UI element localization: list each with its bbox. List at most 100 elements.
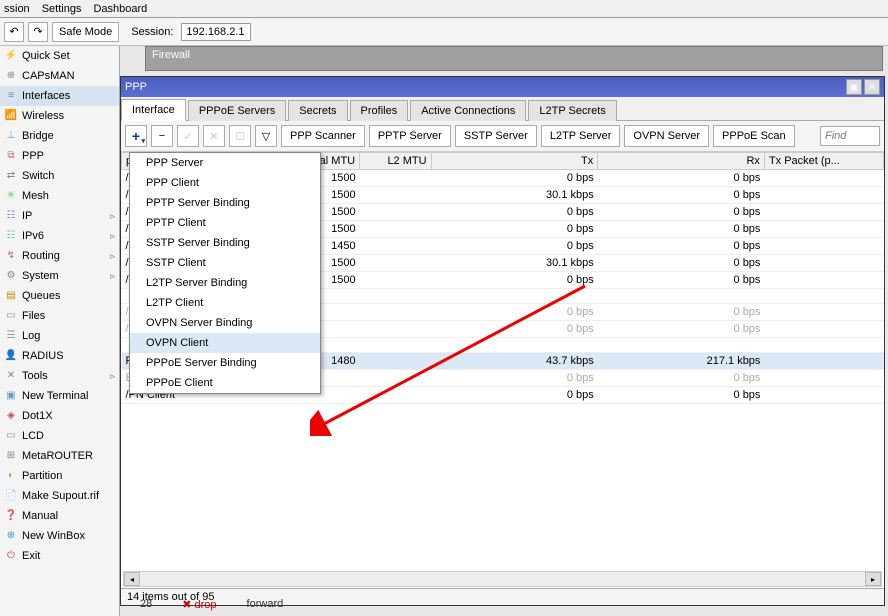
dropdown-item-pppoe-server-binding[interactable]: PPPoE Server Binding [130,353,320,373]
undo-button[interactable]: ↶ [4,22,24,42]
tab-active-connections[interactable]: Active Connections [410,100,526,121]
sidebar-item-bridge[interactable]: ⊥Bridge [0,126,119,146]
sidebar-item-partition[interactable]: ◐Partition [0,466,119,486]
session-label: Session: [131,26,173,38]
table-cell: 0 bps [431,204,598,221]
filter-button[interactable]: ▽ [255,125,277,147]
dropdown-item-ovpn-server-binding[interactable]: OVPN Server Binding [130,313,320,333]
sidebar-icon: ☷ [4,229,18,243]
sidebar-item-new-winbox[interactable]: ⊕New WinBox [0,526,119,546]
ppp-scanner-button[interactable]: PPP Scanner [281,125,365,147]
sidebar-item-queues[interactable]: ▤Queues [0,286,119,306]
table-cell: 0 bps [598,304,765,321]
sidebar-item-tools[interactable]: ✕Tools [0,366,119,386]
column-header[interactable]: Tx [431,153,598,170]
add-button[interactable]: + [125,125,147,147]
sidebar-item-interfaces[interactable]: ≡Interfaces [0,86,119,106]
sidebar-item-mesh[interactable]: ✳Mesh [0,186,119,206]
enable-button[interactable]: ✓ [177,125,199,147]
session-input[interactable] [181,23,251,41]
sidebar-item-dot1x[interactable]: ◈Dot1X [0,406,119,426]
ppp-titlebar[interactable]: PPP ▣ ✕ [121,77,884,97]
dropdown-item-ovpn-client[interactable]: OVPN Client [130,333,320,353]
ovpn-server-button[interactable]: OVPN Server [624,125,709,147]
sidebar-item-switch[interactable]: ⇄Switch [0,166,119,186]
sidebar-item-system[interactable]: ⚙System [0,266,119,286]
dropdown-item-l2tp-server-binding[interactable]: L2TP Server Binding [130,273,320,293]
dropdown-item-sstp-server-binding[interactable]: SSTP Server Binding [130,233,320,253]
menu-session[interactable]: ssion [4,3,30,15]
horizontal-scrollbar[interactable]: ◂ ▸ [123,571,882,587]
dropdown-item-pptp-server-binding[interactable]: PPTP Server Binding [130,193,320,213]
sidebar-label: Tools [22,370,48,382]
tab-pppoe-servers[interactable]: PPPoE Servers [188,100,286,121]
dropdown-item-sstp-client[interactable]: SSTP Client [130,253,320,273]
sidebar-item-log[interactable]: ☰Log [0,326,119,346]
tab-profiles[interactable]: Profiles [350,100,409,121]
pptp-server-button[interactable]: PPTP Server [369,125,451,147]
dropdown-item-ppp-client[interactable]: PPP Client [130,173,320,193]
sidebar-icon: ✳ [4,189,18,203]
fw-rule-chain: forward [247,598,284,610]
disable-button[interactable]: ✕ [203,125,225,147]
sidebar-item-exit[interactable]: ⏻Exit [0,546,119,566]
dropdown-item-ppp-server[interactable]: PPP Server [130,153,320,173]
scroll-track[interactable] [140,572,865,586]
ppp-window: PPP ▣ ✕ InterfacePPPoE ServersSecretsPro… [120,76,885,606]
table-cell: 30.1 kbps [431,255,598,272]
column-header[interactable]: Rx [598,153,765,170]
dropdown-item-l2tp-client[interactable]: L2TP Client [130,293,320,313]
main-toolbar: ↶ ↷ Safe Mode Session: [0,18,888,46]
safe-mode-button[interactable]: Safe Mode [52,22,119,42]
sidebar-item-lcd[interactable]: ▭LCD [0,426,119,446]
scroll-left-icon[interactable]: ◂ [124,572,140,586]
sidebar-item-capsman[interactable]: ⊕CAPsMAN [0,66,119,86]
table-cell: 0 bps [598,272,765,289]
sidebar-icon: ⊥ [4,129,18,143]
dropdown-item-pptp-client[interactable]: PPTP Client [130,213,320,233]
menu-dashboard[interactable]: Dashboard [93,3,147,15]
sidebar-item-new-terminal[interactable]: ▣New Terminal [0,386,119,406]
pppoe-scan-button[interactable]: PPPoE Scan [713,125,795,147]
scroll-right-icon[interactable]: ▸ [865,572,881,586]
sidebar-item-radius[interactable]: 👤RADIUS [0,346,119,366]
sidebar-item-files[interactable]: ▭Files [0,306,119,326]
table-cell [360,221,431,238]
sidebar-item-quick-set[interactable]: ⚡Quick Set [0,46,119,66]
restore-icon[interactable]: ▣ [846,79,862,95]
sstp-server-button[interactable]: SSTP Server [455,125,537,147]
dropdown-item-pppoe-client[interactable]: PPPoE Client [130,373,320,393]
sidebar-item-ppp[interactable]: ⧉PPP [0,146,119,166]
remove-button[interactable]: − [151,125,173,147]
sidebar-item-manual[interactable]: ❓Manual [0,506,119,526]
find-input[interactable] [820,126,880,146]
table-cell: 0 bps [598,370,765,387]
table-cell [360,353,431,370]
redo-button[interactable]: ↷ [28,22,48,42]
sidebar-item-make-supout.rif[interactable]: 📄Make Supout.rif [0,486,119,506]
close-icon[interactable]: ✕ [864,79,880,95]
tab-l2tp-secrets[interactable]: L2TP Secrets [528,100,616,121]
sidebar-item-metarouter[interactable]: ⊞MetaROUTER [0,446,119,466]
menu-settings[interactable]: Settings [42,3,82,15]
sidebar-item-wireless[interactable]: 📶Wireless [0,106,119,126]
table-cell [764,187,883,204]
column-header[interactable]: Tx Packet (p... [764,153,883,170]
table-cell [764,272,883,289]
table-cell [360,255,431,272]
column-header[interactable]: L2 MTU [360,153,431,170]
table-cell: 0 bps [431,238,598,255]
sidebar-item-ip[interactable]: ☷IP [0,206,119,226]
l2tp-server-button[interactable]: L2TP Server [541,125,621,147]
sidebar-item-ipv6[interactable]: ☷IPv6 [0,226,119,246]
sidebar-item-routing[interactable]: ↯Routing [0,246,119,266]
sidebar-icon: ⧉ [4,149,18,163]
firewall-title: Firewall [146,47,882,63]
firewall-window[interactable]: Firewall [145,46,883,71]
tab-interface[interactable]: Interface [121,99,186,121]
tab-secrets[interactable]: Secrets [288,100,347,121]
comment-button[interactable]: ☐ [229,125,251,147]
table-cell: 30.1 kbps [431,187,598,204]
sidebar-label: New WinBox [22,530,85,542]
table-cell [764,289,883,304]
